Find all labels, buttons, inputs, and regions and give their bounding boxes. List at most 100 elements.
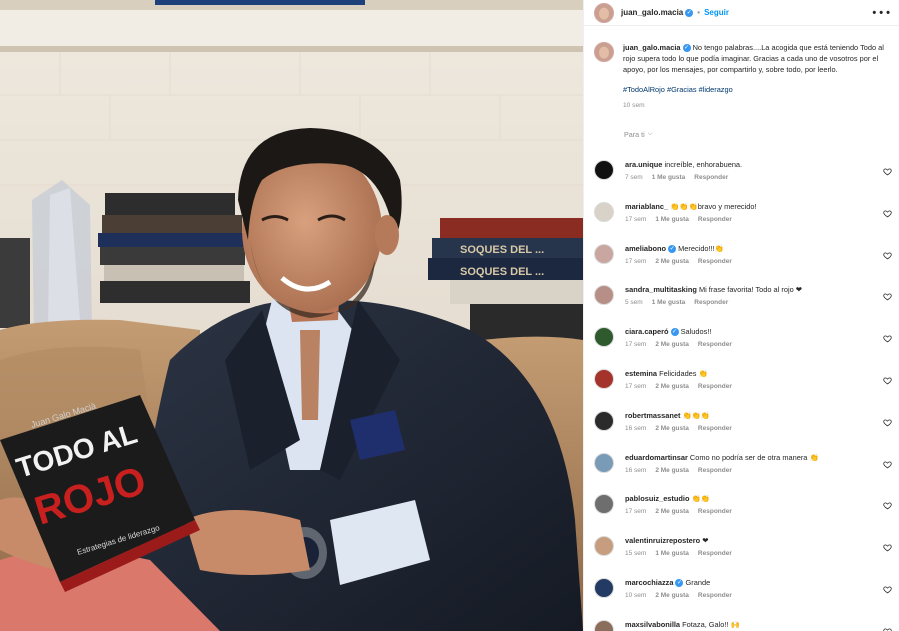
author-username[interactable]: juan_galo.macia bbox=[621, 8, 683, 17]
comment-meta: 17 sem 2 Me gusta Responder bbox=[625, 341, 741, 348]
commenter-username[interactable]: eduardomartinsar bbox=[625, 453, 688, 462]
comment-item: ciara.caperó ✓ Saludos!! 17 sem 2 Me gusta R… bbox=[584, 325, 899, 367]
comment-likes[interactable]: 2 Me gusta bbox=[655, 508, 689, 515]
comment-likes[interactable]: 1 Me gusta bbox=[655, 216, 689, 223]
comment-text: increíble, enhorabuena. bbox=[664, 160, 743, 169]
comment-text: Como no podría ser de otra manera 👏 bbox=[689, 452, 819, 462]
verified-badge-icon: ✓ bbox=[675, 579, 684, 588]
caption-author-avatar[interactable] bbox=[594, 42, 614, 62]
commenter-username[interactable]: robertmassanet bbox=[625, 411, 680, 420]
comment-text: Felicidades 👏 bbox=[659, 368, 708, 378]
commenter-avatar[interactable] bbox=[594, 160, 614, 180]
comment-line: sandra_multitasking Mi frase favorita! T… bbox=[625, 285, 802, 295]
reply-button[interactable]: Responder bbox=[698, 216, 732, 223]
commenter-avatar[interactable] bbox=[594, 452, 614, 473]
comment-likes[interactable]: 2 Me gusta bbox=[655, 467, 689, 474]
like-heart-icon[interactable] bbox=[883, 167, 892, 176]
comment-likes[interactable]: 2 Me gusta bbox=[655, 341, 689, 348]
comment-item: pablosuiz_estudio 👏👏 17 sem 2 Me gusta Resp… bbox=[584, 492, 899, 534]
author-avatar[interactable] bbox=[594, 2, 614, 23]
reply-button[interactable]: Responder bbox=[698, 341, 732, 348]
commenter-username[interactable]: estemina bbox=[625, 369, 657, 378]
commenter-username[interactable]: pablosuiz_estudio bbox=[625, 494, 689, 503]
commenter-avatar[interactable] bbox=[594, 368, 614, 389]
commenter-avatar[interactable] bbox=[594, 201, 614, 222]
like-heart-icon[interactable] bbox=[883, 543, 892, 552]
commenter-username[interactable]: ara.unique bbox=[625, 160, 662, 169]
comment-text: Grande bbox=[685, 577, 711, 587]
comment-likes[interactable]: 1 Me gusta bbox=[655, 550, 689, 557]
reply-button[interactable]: Responder bbox=[698, 467, 732, 474]
like-heart-icon[interactable] bbox=[883, 501, 892, 510]
comment-likes[interactable]: 2 Me gusta bbox=[655, 425, 689, 432]
comment-line: valentinruizrepostero ❤ bbox=[625, 536, 741, 546]
post-time: 10 sem bbox=[623, 101, 645, 109]
commenter-avatar[interactable] bbox=[594, 494, 614, 515]
like-heart-icon[interactable] bbox=[883, 460, 892, 469]
comment-line: ara.unique increíble, enhorabuena. bbox=[625, 160, 742, 170]
comment-sort-dropdown[interactable]: Para ti ⌵ bbox=[624, 130, 652, 139]
post-photo[interactable]: SOQUES DEL ... SOQUES DEL ... Juan Galo … bbox=[0, 0, 583, 631]
comment-body: sandra_multitasking Mi frase favorita! T… bbox=[625, 285, 802, 325]
commenter-avatar[interactable] bbox=[594, 619, 614, 631]
commenter-username[interactable]: ameliabono bbox=[625, 244, 666, 253]
comment-line: marcochiazza ✓ Grande bbox=[625, 578, 741, 588]
verified-badge-icon: ✓ bbox=[668, 244, 677, 253]
caption-username[interactable]: juan_galo.macia bbox=[623, 43, 681, 52]
hashtag-gracias[interactable]: #Gracias bbox=[667, 85, 697, 94]
commenter-username[interactable]: ciara.caperó bbox=[625, 327, 669, 336]
comment-meta: 17 sem 2 Me gusta Responder bbox=[625, 508, 741, 515]
comment-likes[interactable]: 2 Me gusta bbox=[655, 258, 689, 265]
reply-button[interactable]: Responder bbox=[698, 550, 732, 557]
hashtag-todoalrojo[interactable]: #TodoAlRojo bbox=[623, 85, 665, 94]
like-heart-icon[interactable] bbox=[883, 334, 892, 343]
svg-text:SOQUES DEL ...: SOQUES DEL ... bbox=[460, 266, 544, 278]
commenter-username[interactable]: valentinruizrepostero bbox=[625, 536, 700, 545]
like-heart-icon[interactable] bbox=[883, 209, 892, 218]
reply-button[interactable]: Responder bbox=[698, 383, 732, 390]
like-heart-icon[interactable] bbox=[883, 251, 892, 260]
like-heart-icon[interactable] bbox=[883, 627, 892, 631]
reply-button[interactable]: Responder bbox=[698, 258, 732, 265]
reply-button[interactable]: Responder bbox=[698, 508, 732, 515]
comment-likes[interactable]: 1 Me gusta bbox=[652, 174, 686, 181]
commenter-avatar[interactable] bbox=[594, 327, 614, 348]
like-heart-icon[interactable] bbox=[883, 292, 892, 301]
commenter-username[interactable]: mariablanc_ bbox=[625, 202, 668, 211]
reply-button[interactable]: Responder bbox=[698, 425, 732, 432]
commenter-avatar[interactable] bbox=[594, 285, 614, 306]
commenter-username[interactable]: marcochiazza bbox=[625, 578, 673, 587]
more-options-icon[interactable]: • • • bbox=[872, 7, 890, 18]
comment-item: ameliabono ✓ Merecido!!!👏 17 sem 2 Me gusta… bbox=[584, 242, 899, 284]
commenter-username[interactable]: maxsilvabonilla bbox=[625, 620, 680, 629]
like-heart-icon[interactable] bbox=[883, 376, 892, 385]
commenter-avatar[interactable] bbox=[594, 577, 614, 598]
comment-line: estemina Felicidades 👏 bbox=[625, 369, 741, 379]
commenter-avatar[interactable] bbox=[594, 410, 614, 431]
commenter-username[interactable]: sandra_multitasking bbox=[625, 285, 697, 294]
comment-time: 16 sem bbox=[625, 466, 647, 474]
commenter-avatar[interactable] bbox=[594, 536, 614, 557]
hashtag-liderazgo[interactable]: #liderazgo bbox=[699, 85, 733, 94]
follow-button[interactable]: Seguir bbox=[704, 8, 729, 17]
reply-button[interactable]: Responder bbox=[694, 174, 728, 181]
comment-likes[interactable]: 1 Me gusta bbox=[652, 299, 686, 306]
comment-line: robertmassanet 👏👏👏 bbox=[625, 411, 741, 421]
comment-time: 17 sem bbox=[625, 341, 647, 349]
chevron-down-icon: ⌵ bbox=[647, 131, 653, 138]
commenter-avatar[interactable] bbox=[594, 243, 614, 264]
comment-time: 17 sem bbox=[625, 508, 647, 516]
comment-text: Fotaza, Galo!! 🙌 bbox=[682, 619, 740, 629]
comment-likes[interactable]: 2 Me gusta bbox=[655, 383, 689, 390]
reply-button[interactable]: Responder bbox=[694, 299, 728, 306]
reply-button[interactable]: Responder bbox=[698, 592, 732, 599]
verified-badge-icon: ✓ bbox=[670, 328, 679, 337]
comment-body: marcochiazza ✓ Grande 10 sem 2 Me gusta Resp… bbox=[625, 578, 741, 618]
like-heart-icon[interactable] bbox=[883, 585, 892, 594]
like-heart-icon[interactable] bbox=[883, 418, 892, 427]
comment-line: ameliabono ✓ Merecido!!!👏 bbox=[625, 244, 741, 254]
comment-likes[interactable]: 2 Me gusta bbox=[655, 592, 689, 599]
comment-meta: 17 sem 1 Me gusta Responder bbox=[625, 216, 757, 223]
comment-item: marcochiazza ✓ Grande 10 sem 2 Me gusta Resp… bbox=[584, 576, 899, 618]
comment-time: 7 sem bbox=[625, 174, 643, 181]
